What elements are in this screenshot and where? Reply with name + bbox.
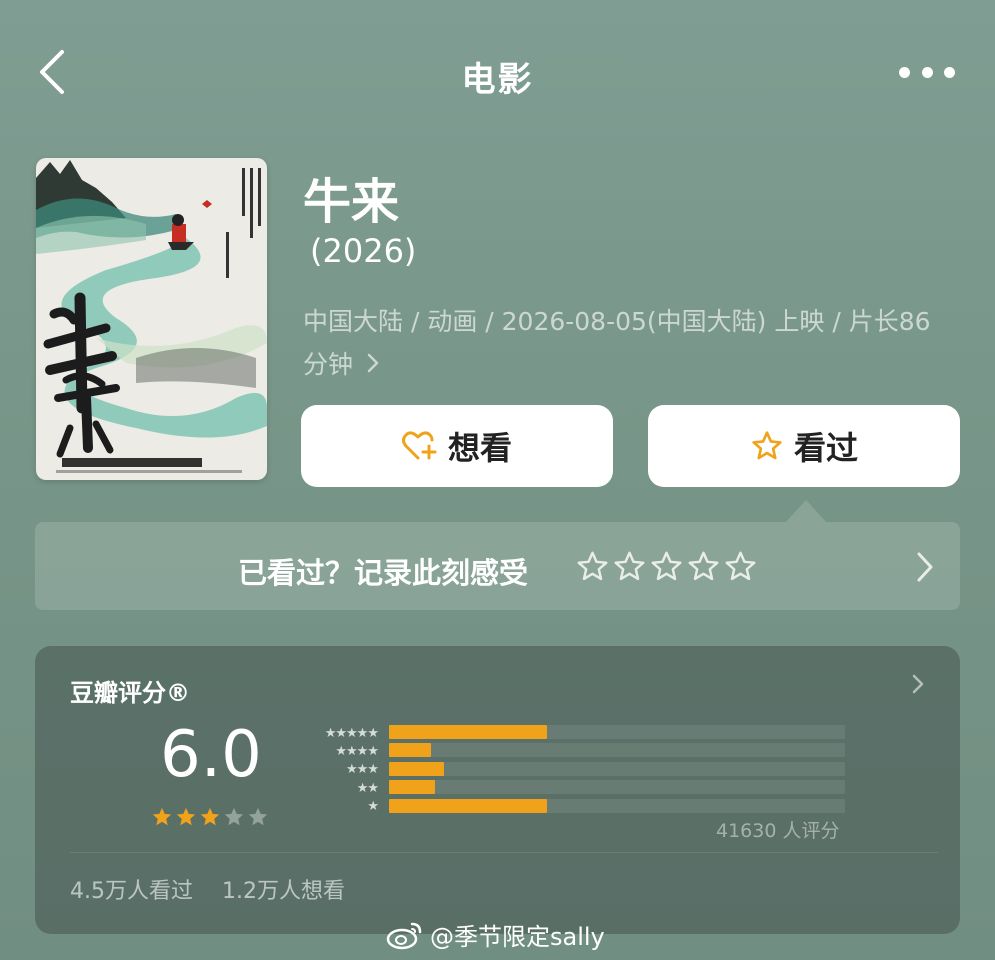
distribution-labels: ★★★★★ ★★★★ ★★★ ★★ ★ (296, 724, 379, 816)
star-filled-icon (176, 807, 196, 826)
nav-bar: 电影 (0, 0, 995, 145)
chevron-right-icon[interactable] (916, 551, 934, 587)
distribution-bar (389, 798, 845, 813)
star-filled-icon (200, 807, 220, 826)
stars-icon: ★★★ (346, 762, 379, 778)
poster-artwork (36, 158, 267, 480)
distribution-star-label: ★★★★ (296, 742, 379, 760)
stars-icon: ★★★★ (335, 744, 379, 760)
rate-bar-pointer (786, 500, 826, 522)
watched-label: 看过 (793, 429, 858, 467)
distribution-star-label: ★★ (296, 779, 379, 797)
movie-year: (2026) (310, 232, 417, 270)
rating-distribution (389, 725, 845, 817)
star-filled-icon (152, 807, 172, 826)
distribution-bar (389, 780, 845, 795)
heart-plus-icon (401, 431, 437, 460)
star-icon (752, 431, 782, 460)
movie-meta-info[interactable]: 中国大陆 / 动画 / 2026-08-05(中国大陆) 上映 / 片长86 分… (303, 300, 953, 386)
want-to-watch-label: 想看 (447, 429, 512, 467)
chevron-right-icon[interactable] (912, 674, 924, 698)
movie-meta-line: 中国大陆 / 动画 / 2026-08-05(中国大陆) 上映 / 片长86 (303, 307, 931, 336)
watermark: @季节限定sally (386, 917, 605, 952)
want-to-watch-button[interactable]: 想看 (301, 405, 613, 487)
distribution-bar-fill (389, 780, 436, 795)
movie-poster[interactable] (36, 158, 267, 480)
distribution-bar (389, 761, 845, 776)
movie-meta-line: 分钟 (303, 350, 354, 379)
distribution-star-label: ★★★ (296, 761, 379, 779)
watched-button[interactable]: 看过 (648, 405, 960, 487)
rate-stars[interactable] (576, 550, 757, 583)
rate-star-icon[interactable] (687, 550, 720, 583)
score-value: 6.0 (160, 718, 262, 792)
page-title: 电影 (461, 60, 534, 100)
watch-stats: 4.5万人看过 1.2万人想看 (70, 873, 345, 905)
dot-icon (944, 66, 955, 78)
movie-title: 牛来 (303, 174, 400, 230)
chevron-right-icon (367, 343, 379, 386)
score-card-title: 豆瓣评分® (70, 679, 190, 707)
rate-star-icon[interactable] (576, 550, 609, 583)
star-empty-icon (224, 807, 244, 826)
distribution-bar-fill (389, 798, 547, 813)
weibo-logo-icon (386, 922, 422, 949)
dot-icon (921, 66, 933, 78)
score-stars (151, 806, 269, 828)
divider (70, 852, 938, 853)
more-options-button[interactable] (899, 60, 955, 84)
rating-count: 41630 人评分 (716, 820, 840, 842)
rate-star-icon[interactable] (650, 550, 683, 583)
distribution-bar (389, 725, 845, 739)
distribution-star-label: ★★★★★ (296, 724, 379, 742)
want-count: 1.2万人想看 (222, 879, 345, 904)
distribution-bar-fill (389, 761, 445, 776)
stars-icon: ★★ (356, 780, 379, 796)
watermark-text: @季节限定sally (430, 923, 605, 951)
distribution-star-label: ★ (296, 798, 379, 816)
star-empty-icon (248, 807, 268, 826)
rate-star-icon[interactable] (613, 550, 646, 583)
seen-count: 4.5万人看过 (70, 879, 193, 904)
rate-star-icon[interactable] (724, 550, 757, 583)
distribution-bar-fill (389, 725, 547, 739)
stars-icon: ★ (367, 799, 379, 815)
distribution-bar-fill (389, 743, 431, 758)
stars-icon: ★★★★★ (324, 725, 379, 741)
dot-icon (899, 66, 910, 78)
rate-prompt-text: 已看过？记录此刻感受 (238, 556, 529, 590)
distribution-bar (389, 743, 845, 758)
